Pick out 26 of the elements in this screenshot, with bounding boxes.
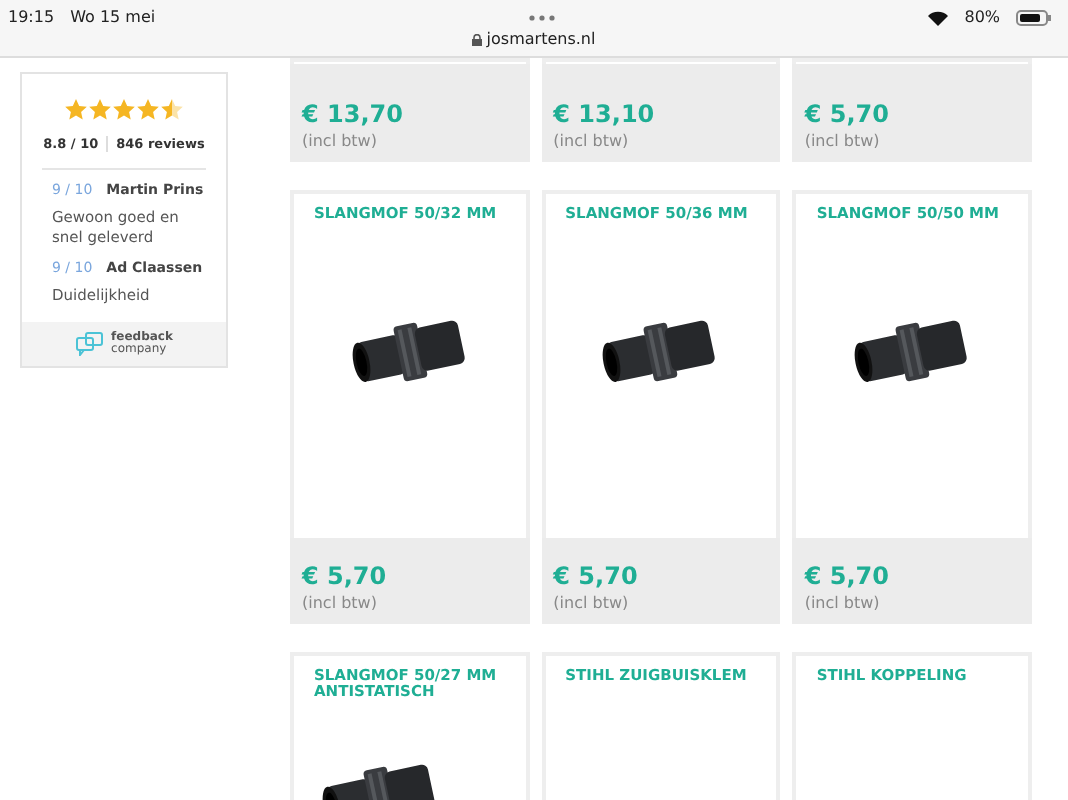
tax-note: (incl btw) xyxy=(302,594,379,612)
product-price: € 5,70 xyxy=(804,562,891,590)
star-icon xyxy=(160,98,184,122)
tax-note: (incl btw) xyxy=(804,594,882,612)
star-icon xyxy=(136,98,160,122)
chat-bubbles-icon xyxy=(75,332,104,357)
date-text: Wo 15 mei xyxy=(70,8,156,26)
lock-icon xyxy=(472,33,483,45)
more-dots-icon[interactable] xyxy=(527,13,556,21)
product-price: € 5,70 xyxy=(553,562,640,590)
product-price: € 13,70 xyxy=(302,100,405,128)
star-icon xyxy=(88,98,112,122)
product-price: € 5,70 xyxy=(302,562,389,590)
product-price: € 13,10 xyxy=(553,100,657,128)
star-icon xyxy=(64,98,88,122)
url-text[interactable]: josmartens.nl xyxy=(486,30,596,48)
tax-note: (incl btw) xyxy=(804,132,882,150)
battery-icon xyxy=(1016,9,1053,25)
star-icon xyxy=(112,98,136,122)
tax-note: (incl btw) xyxy=(553,594,631,612)
battery-percent: 80% xyxy=(964,8,1001,26)
product-price: € 5,70 xyxy=(804,100,891,128)
clock-time: 19:15 xyxy=(8,8,55,26)
tax-note: (incl btw) xyxy=(302,132,379,150)
wifi-icon xyxy=(928,9,949,25)
tax-note: (incl btw) xyxy=(553,132,631,150)
